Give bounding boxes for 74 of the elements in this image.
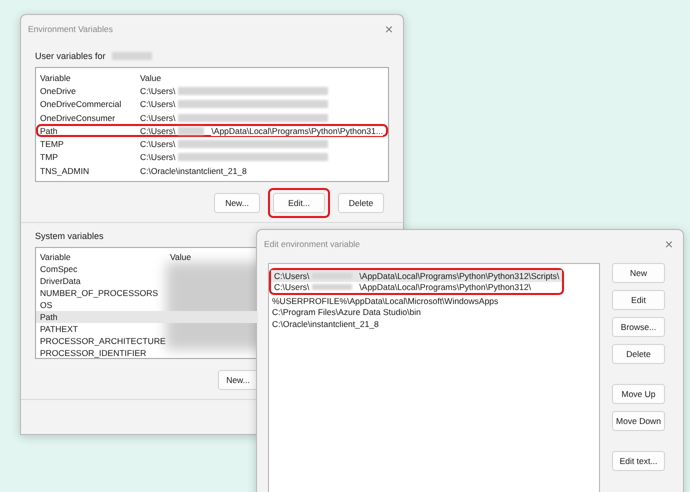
list-row[interactable]: Path	[36, 311, 258, 323]
path-text: %USERPROFILE%\AppData\Local\Microsoft\WindowsApps	[272, 296, 498, 306]
path-text: C:\Users\	[274, 282, 310, 292]
list-row[interactable]: Path C:\Users\ \AppData\Local\Programs\Python\Python31...	[36, 124, 388, 138]
dialog-button[interactable]: New...	[218, 370, 258, 390]
list-row[interactable]: ComSpec	[36, 263, 258, 275]
list-row[interactable]: TMP C:\Users\	[36, 150, 388, 164]
path-text: C:\Users\	[274, 270, 310, 281]
dialog-button[interactable]: New	[612, 263, 665, 283]
path-text: \AppData\Local\Programs\Python\Python312\Scripts\	[359, 270, 560, 281]
redacted-text	[112, 52, 152, 60]
variable-value: C:\Oracle\instantclient_21_8	[140, 166, 247, 176]
list-row[interactable]: PROCESSOR_ARCHITECTURE	[36, 335, 258, 347]
variable-name: DriverData	[40, 276, 82, 286]
variable-value: C:\Users\	[140, 139, 176, 150]
variable-value: C:\Users\	[140, 99, 176, 110]
list-row[interactable]: OS	[36, 299, 258, 311]
column-header: Value	[170, 252, 192, 262]
list-row[interactable]: OneDriveConsumer C:\Users\	[36, 110, 388, 124]
path-entry[interactable]: C:\Program Files\Azure Data Studio\bin	[269, 306, 599, 318]
variable-value: C:\Users\	[140, 126, 176, 136]
redacted-text	[312, 284, 352, 290]
dialog-button[interactable]: Delete	[612, 344, 665, 364]
dialog-button[interactable]: Move Up	[612, 384, 665, 404]
variable-name: Path	[40, 312, 58, 322]
variable-name: Path	[40, 126, 58, 136]
variable-name: NUMBER_OF_PROCESSORS	[40, 288, 160, 298]
list-row[interactable]: OneDrive C:\Users\	[36, 84, 388, 98]
column-header: Variable	[40, 252, 72, 262]
variable-name: OneDriveConsumer	[40, 112, 116, 123]
section-label: System variables	[35, 231, 104, 241]
variable-name: ComSpec	[40, 264, 78, 274]
variable-name: PROCESSOR_IDENTIFIER	[40, 348, 148, 358]
variable-name: PATHEXT	[40, 324, 79, 334]
variable-name: OS	[40, 300, 54, 310]
variable-name: OneDrive	[40, 86, 77, 96]
close-button[interactable]: ×	[382, 21, 395, 37]
list-row[interactable]: NUMBER_OF_PROCESSORS	[36, 287, 258, 299]
window-title: Environment Variables	[28, 24, 113, 34]
path-entry[interactable]: %USERPROFILE%\AppData\Local\Microsoft\WindowsApps	[269, 295, 599, 306]
path-text: \AppData\Local\Programs\Python\Python312\	[359, 282, 531, 292]
path-entry[interactable]: C:\Users\ \AppData\Local\Programs\Python\Python312\	[271, 282, 562, 293]
dialog-button[interactable]: Browse...	[612, 317, 665, 337]
dialog-button[interactable]: Edit	[612, 290, 665, 310]
variable-name: TEMP	[40, 139, 65, 150]
variable-value: C:\Users\	[140, 112, 176, 123]
variable-value: C:\Users\	[140, 86, 176, 96]
list-row[interactable]: TNS_ADMIN C:\Oracle\instantclient_21_8	[36, 164, 388, 178]
list-row[interactable]: PROCESSOR_IDENTIFIER	[36, 347, 258, 358]
variable-name: TNS_ADMIN	[40, 166, 90, 176]
list-row[interactable]: OneDriveCommercial C:\Users\	[36, 98, 388, 111]
section-label: User variables for	[35, 51, 106, 61]
path-entry[interactable]: C:\Users\ \AppData\Local\Programs\Python\Python312\Scripts\	[271, 270, 562, 282]
variable-name: TMP	[40, 152, 59, 162]
path-text: C:\Program Files\Azure Data Studio\bin	[272, 307, 421, 318]
dialog-button[interactable]: Edit text...	[612, 451, 665, 471]
dialog-button[interactable]: New...	[214, 193, 260, 213]
close-button[interactable]: ×	[662, 236, 675, 252]
dialog-button[interactable]: Move Down	[612, 411, 665, 431]
dialog-button[interactable]: Delete	[338, 193, 384, 213]
window-title: Edit environment variable	[264, 239, 360, 249]
variable-name: OneDriveCommercial	[40, 99, 122, 110]
list-row[interactable]: DriverData	[36, 275, 258, 287]
dialog-button[interactable]: Edit...	[273, 193, 325, 213]
path-entry[interactable]: C:\Oracle\instantclient_21_8	[269, 318, 599, 330]
list-row[interactable]: TEMP C:\Users\	[36, 137, 388, 151]
path-text: C:\Oracle\instantclient_21_8	[272, 318, 379, 329]
variable-name: PROCESSOR_ARCHITECTURE	[40, 336, 167, 346]
variable-value: \AppData\Local\Programs\Python\Python31...	[211, 126, 383, 136]
list-row[interactable]: PATHEXT	[36, 323, 258, 335]
redacted-text	[178, 126, 204, 135]
column-header: Variable	[40, 72, 72, 83]
variable-value: C:\Users\	[140, 152, 176, 162]
column-header: Value	[140, 72, 162, 83]
